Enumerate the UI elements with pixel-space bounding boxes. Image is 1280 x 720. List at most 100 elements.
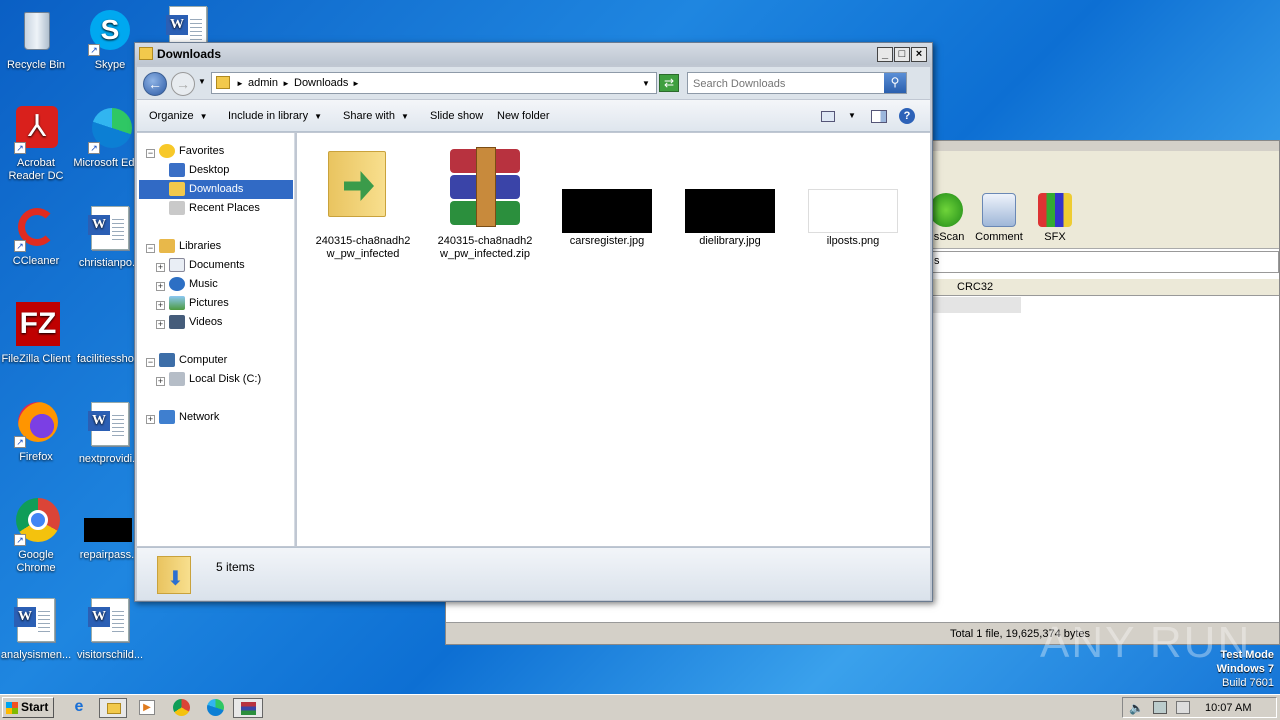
- videos-icon: [169, 315, 185, 330]
- view-options-icon[interactable]: [821, 111, 835, 122]
- address-bar[interactable]: ► admin ► Downloads ► ▼: [211, 72, 657, 94]
- skype-icon: S ↗: [86, 8, 134, 56]
- breadcrumb-sep-icon[interactable]: ►: [236, 79, 244, 88]
- nav-libraries[interactable]: Libraries: [159, 237, 221, 256]
- desktop-icon-chrome[interactable]: ↗ Google Chrome: [0, 498, 76, 575]
- acrobat-icon: ⅄ ↗: [12, 106, 60, 154]
- desktop-icon-firefox[interactable]: ↗ Firefox: [0, 400, 76, 464]
- desktop-icon-analysismen[interactable]: analysismen...: [0, 596, 76, 662]
- desktop-icon-label: analysismen...: [0, 649, 72, 661]
- file-item[interactable]: carsregister.jpg: [557, 141, 657, 248]
- explorer-taskbar-icon[interactable]: [99, 698, 127, 718]
- expand-network-icon[interactable]: +: [146, 415, 155, 424]
- image-thumbnail-icon: [562, 141, 652, 233]
- winrar-taskbar-icon[interactable]: [233, 698, 263, 718]
- nav-pictures[interactable]: Pictures: [169, 294, 229, 313]
- column-crc32[interactable]: CRC32: [957, 281, 993, 293]
- start-button[interactable]: Start: [2, 697, 54, 718]
- desktop-icon-filezilla[interactable]: FZ FileZilla Client: [0, 302, 76, 366]
- volume-icon[interactable]: 🔈: [1129, 701, 1144, 715]
- file-item[interactable]: 240315-cha8nadh2w_pw_infected: [313, 141, 413, 261]
- nav-videos[interactable]: Videos: [169, 313, 222, 332]
- expand-music-icon[interactable]: +: [156, 282, 165, 291]
- nav-favorites[interactable]: Favorites: [159, 142, 224, 161]
- network-tray-icon[interactable]: [1153, 701, 1167, 714]
- desktop-icon-visitorschild[interactable]: visitorschild...: [70, 596, 150, 662]
- recent-pages-chevron-icon[interactable]: ▼: [198, 77, 206, 86]
- view-dropdown-icon[interactable]: ▼: [848, 111, 856, 120]
- nav-recent-places[interactable]: Recent Places: [169, 199, 260, 218]
- explorer-window[interactable]: Downloads _ □ × ← → ▼ ► admin ► Download…: [134, 42, 933, 602]
- file-item[interactable]: 240315-cha8nadh2w_pw_infected.zip: [435, 141, 535, 261]
- back-button[interactable]: ←: [143, 72, 167, 96]
- clock[interactable]: 10:07 AM: [1205, 702, 1251, 714]
- breadcrumb-admin[interactable]: admin: [248, 77, 278, 89]
- windows-logo-icon: [6, 702, 18, 714]
- slide-show-button[interactable]: Slide show: [430, 110, 483, 122]
- nav-desktop[interactable]: Desktop: [169, 161, 229, 180]
- ie-icon[interactable]: e: [68, 698, 90, 718]
- search-input[interactable]: [693, 74, 883, 93]
- nav-documents[interactable]: Documents: [169, 256, 245, 275]
- nav-network[interactable]: Network: [159, 408, 219, 427]
- breadcrumb-sep-icon[interactable]: ►: [352, 79, 360, 88]
- include-in-library-button[interactable]: Include in library ▼: [228, 110, 322, 122]
- edge-taskbar-icon[interactable]: [204, 698, 226, 718]
- word-document-icon: [86, 402, 134, 450]
- desktop-icon-label: Acrobat Reader DC: [8, 157, 64, 182]
- word-document-icon: [86, 206, 134, 254]
- filezilla-icon: FZ: [12, 302, 60, 350]
- desktop-icon-label: visitorschild...: [76, 649, 144, 661]
- close-button[interactable]: ×: [911, 47, 927, 62]
- desktop-icon-acrobat[interactable]: ⅄ ↗ Acrobat Reader DC: [0, 106, 76, 183]
- search-box[interactable]: ⚲: [687, 72, 907, 94]
- recycle-bin-icon: [12, 8, 60, 56]
- expand-pictures-icon[interactable]: +: [156, 301, 165, 310]
- flag-icon[interactable]: [1176, 701, 1190, 714]
- expand-local-disk-icon[interactable]: +: [156, 377, 165, 386]
- window-title: Downloads: [157, 47, 222, 61]
- help-icon[interactable]: ?: [899, 108, 915, 124]
- desktop-icon-ccleaner[interactable]: ↗ CCleaner: [0, 204, 76, 268]
- chrome-taskbar-icon[interactable]: [170, 698, 192, 718]
- organize-button[interactable]: Organize ▼: [149, 110, 208, 122]
- folder-icon: [318, 141, 408, 231]
- desktop-icon-label: Google Chrome: [16, 549, 56, 574]
- new-folder-button[interactable]: New folder: [497, 110, 550, 122]
- nav-computer[interactable]: Computer: [159, 351, 227, 370]
- maximize-button[interactable]: □: [894, 47, 910, 62]
- breadcrumb-sep-icon[interactable]: ►: [282, 79, 290, 88]
- sfx-icon: [1038, 193, 1072, 227]
- item-count: 5 items: [216, 560, 255, 574]
- expand-videos-icon[interactable]: +: [156, 320, 165, 329]
- nav-music[interactable]: Music: [169, 275, 218, 294]
- edge-icon: ↗: [86, 106, 134, 154]
- sfx-button[interactable]: SFX: [1020, 193, 1090, 243]
- nav-downloads[interactable]: Downloads: [139, 180, 293, 199]
- file-item[interactable]: dielibrary.jpg: [680, 141, 780, 248]
- minimize-button[interactable]: _: [877, 47, 893, 62]
- command-bar: Organize ▼ Include in library ▼ Share with…: [137, 100, 930, 132]
- documents-icon: [169, 258, 185, 273]
- refresh-button[interactable]: ⇄: [659, 74, 679, 92]
- file-item[interactable]: ilposts.png: [803, 141, 903, 248]
- desktop-icon-recycle-bin[interactable]: Recycle Bin: [0, 8, 76, 72]
- nav-local-disk[interactable]: Local Disk (C:): [169, 370, 261, 389]
- breadcrumb-downloads[interactable]: Downloads: [294, 77, 348, 89]
- preview-pane-icon[interactable]: [871, 110, 887, 123]
- music-icon: [169, 277, 185, 292]
- collapse-favorites-icon[interactable]: −: [146, 149, 155, 158]
- collapse-libraries-icon[interactable]: −: [146, 244, 155, 253]
- collapse-computer-icon[interactable]: −: [146, 358, 155, 367]
- file-name: 240315-cha8nadh2w_pw_infected: [315, 235, 411, 260]
- share-with-button[interactable]: Share with ▼: [343, 110, 409, 122]
- drive-icon: [169, 372, 185, 387]
- media-player-icon[interactable]: ▶: [136, 698, 158, 718]
- winrar-selected-row[interactable]: [933, 297, 1021, 313]
- forward-button[interactable]: →: [171, 72, 195, 96]
- search-icon[interactable]: ⚲: [884, 73, 906, 93]
- address-dropdown-icon[interactable]: ▼: [642, 79, 650, 88]
- explorer-titlebar[interactable]: Downloads _ □ ×: [135, 43, 932, 65]
- dropdown-icon: ▼: [400, 112, 409, 121]
- expand-documents-icon[interactable]: +: [156, 263, 165, 272]
